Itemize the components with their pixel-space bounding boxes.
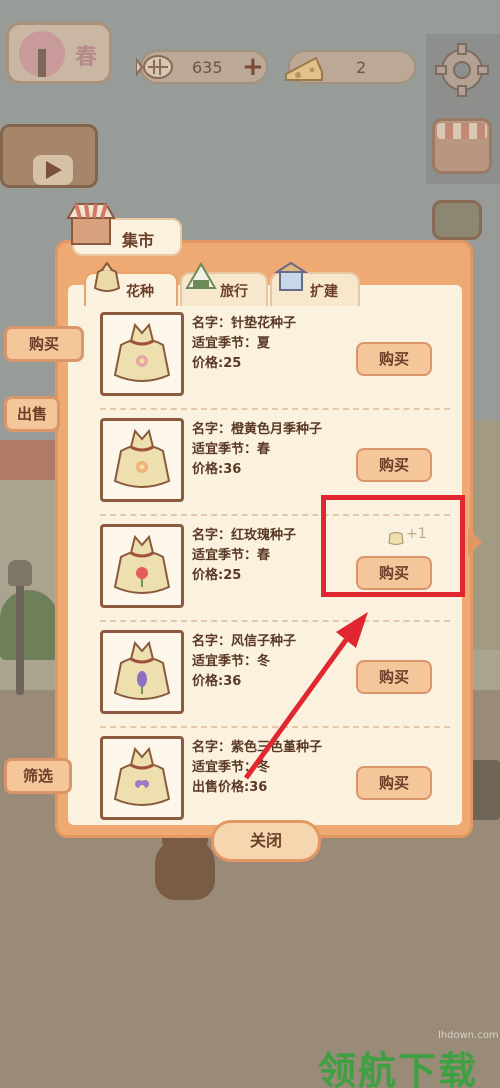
play-icon-frame (33, 155, 73, 185)
seed-name: 名字：风信子种子 (192, 634, 297, 649)
seed-bag-icon (113, 534, 171, 594)
list-item: 名字：针垫花种子 适宜季节：夏 价格:25 购买 (92, 306, 458, 410)
seed-season: 适宜季节：冬 (192, 654, 271, 669)
seed-price: 价格:25 (192, 356, 242, 371)
seed-thumbnail (100, 630, 184, 714)
tab-label: 花种 (126, 284, 154, 300)
seed-name: 名字：针垫花种子 (192, 316, 297, 331)
seed-price: 价格:36 (192, 674, 242, 689)
fish-coin-counter: 635 + (136, 50, 268, 84)
seed-thumbnail (100, 418, 184, 502)
sell-mode-button[interactable]: 出售 (4, 396, 60, 432)
seed-season: 适宜季节：夏 (192, 336, 271, 351)
shop-awning-icon (437, 123, 487, 139)
buy-mode-button[interactable]: 购买 (4, 326, 84, 362)
divider (100, 408, 450, 410)
coins-value: 635 (192, 58, 223, 77)
building-icon (274, 261, 308, 291)
seed-info: 名字：紫色三色堇种子 适宜季节：冬 出售价格:36 (192, 738, 362, 798)
seed-info: 名字：风信子种子 适宜季节：冬 价格:36 (192, 632, 362, 692)
filter-button[interactable]: 筛选 (4, 758, 72, 794)
rice-ball-icon (185, 262, 217, 289)
seed-season: 适宜季节：春 (192, 442, 271, 457)
divider (100, 620, 450, 622)
seed-info: 名字：针垫花种子 适宜季节：夏 价格:25 (192, 314, 362, 374)
tab-travel[interactable]: 旅行 (180, 262, 268, 306)
fish-bone-icon (136, 55, 173, 79)
play-icon (46, 161, 62, 179)
add-coins-button[interactable]: + (242, 52, 264, 82)
seed-info: 名字：橙黄色月季种子 适宜季节：春 价格:36 (192, 420, 362, 480)
buy-button[interactable]: 购买 (356, 342, 432, 376)
seed-thumbnail (100, 312, 184, 396)
cheese-counter: 2 (285, 50, 416, 84)
seed-thumbnail (100, 736, 184, 820)
market-stall-icon (66, 203, 116, 245)
season-label: 春 (75, 45, 98, 70)
seed-name: 名字：紫色三色堇种子 (192, 740, 323, 755)
season-indicator[interactable]: 春 (6, 22, 112, 84)
seed-bag-icon (113, 322, 171, 382)
seed-price: 价格:36 (192, 462, 242, 477)
scroll-arrow-icon[interactable] (468, 528, 482, 556)
tab-expand[interactable]: 扩建 (270, 261, 360, 306)
close-button[interactable]: 关闭 (211, 820, 321, 862)
seed-price: 出售价格:36 (192, 780, 268, 795)
market-title: 集市 (122, 231, 155, 250)
divider (100, 726, 450, 728)
seed-bag-icon (113, 640, 171, 700)
list-item: 名字：紫色三色堇种子 适宜季节：冬 出售价格:36 购买 (92, 730, 458, 834)
seed-bag-icon (113, 428, 171, 488)
background-roof (0, 440, 60, 480)
shop-button[interactable] (432, 118, 492, 174)
tab-label: 扩建 (310, 284, 338, 300)
seed-bag-icon (113, 746, 171, 806)
tab-flower-seeds[interactable]: 花种 (84, 261, 178, 306)
tree-trunk-icon (38, 49, 46, 77)
tab-label: 旅行 (220, 284, 248, 300)
list-item: 名字：风信子种子 适宜季节：冬 价格:36 购买 (92, 624, 458, 728)
seed-name: 名字：橙黄色月季种子 (192, 422, 323, 437)
gear-icon[interactable] (432, 40, 492, 100)
background-tree (0, 590, 58, 660)
side-menu-button[interactable] (432, 200, 482, 240)
street-lamp-head (8, 560, 32, 586)
play-button[interactable] (0, 124, 98, 188)
seed-bag-icon (93, 261, 121, 292)
highlight-box (321, 495, 465, 597)
buy-button[interactable]: 购买 (356, 766, 432, 800)
cheese-icon (285, 56, 323, 81)
buy-button[interactable]: 购买 (356, 660, 432, 694)
critter-character[interactable] (155, 838, 215, 900)
watermark-logo: 领航下载 (318, 1049, 479, 1088)
cheese-value: 2 (356, 58, 367, 77)
buy-button[interactable]: 购买 (356, 448, 432, 482)
seed-season: 适宜季节：冬 (192, 760, 271, 775)
seed-thumbnail (100, 524, 184, 608)
